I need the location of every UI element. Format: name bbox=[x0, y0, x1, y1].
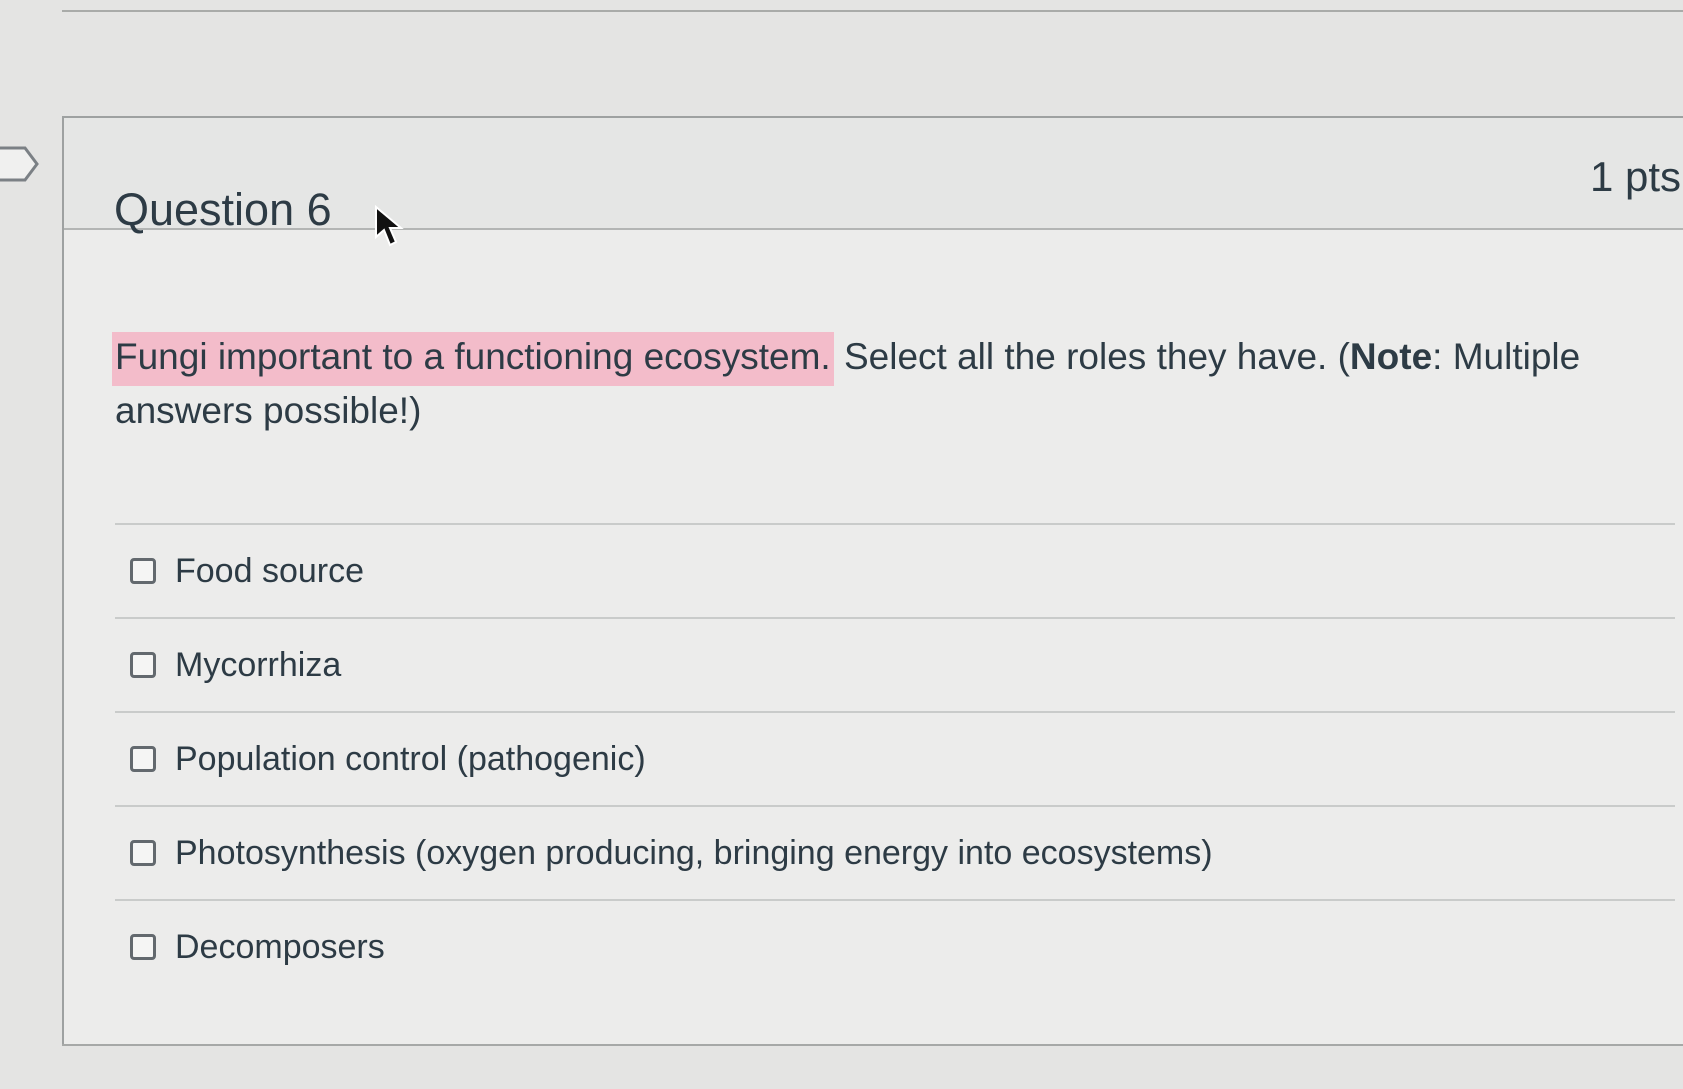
checkbox-icon[interactable] bbox=[130, 746, 156, 772]
question-header: Question 6 1 pts bbox=[64, 118, 1683, 235]
answer-option-photosynthesis[interactable]: Photosynthesis (oxygen producing, bringi… bbox=[115, 805, 1675, 899]
checkbox-icon[interactable] bbox=[130, 840, 156, 866]
answer-label: Decomposers bbox=[175, 928, 385, 966]
answer-label: Food source bbox=[175, 552, 364, 590]
checkbox-icon[interactable] bbox=[130, 652, 156, 678]
answer-label: Population control (pathogenic) bbox=[175, 740, 646, 778]
checkbox-icon[interactable] bbox=[130, 558, 156, 584]
bottom-divider bbox=[62, 1044, 1683, 1046]
answer-option-food-source[interactable]: Food source bbox=[115, 523, 1675, 617]
top-divider bbox=[62, 10, 1683, 12]
question-prompt-text: Select all the roles they have. ( bbox=[833, 336, 1350, 377]
highlighted-question-phrase: Fungi important to a functioning ecosyst… bbox=[112, 332, 834, 386]
flag-marker-icon[interactable] bbox=[0, 145, 42, 183]
question-note-bold: Note bbox=[1349, 336, 1433, 377]
answer-label: Photosynthesis (oxygen producing, bringi… bbox=[175, 834, 1213, 872]
answer-option-population-control[interactable]: Population control (pathogenic) bbox=[115, 711, 1675, 805]
question-prompt: Fungi important to a functioning ecosyst… bbox=[112, 330, 1655, 438]
answer-option-decomposers[interactable]: Decomposers bbox=[115, 899, 1675, 993]
answer-option-mycorrhiza[interactable]: Mycorrhiza bbox=[115, 617, 1675, 711]
answer-list: Food source Mycorrhiza Population contro… bbox=[115, 523, 1675, 993]
question-title: Question 6 bbox=[114, 184, 332, 236]
answer-label: Mycorrhiza bbox=[175, 646, 342, 684]
mouse-cursor-icon bbox=[375, 205, 404, 247]
question-points: 1 pts bbox=[1590, 153, 1682, 200]
checkbox-icon[interactable] bbox=[130, 934, 156, 960]
